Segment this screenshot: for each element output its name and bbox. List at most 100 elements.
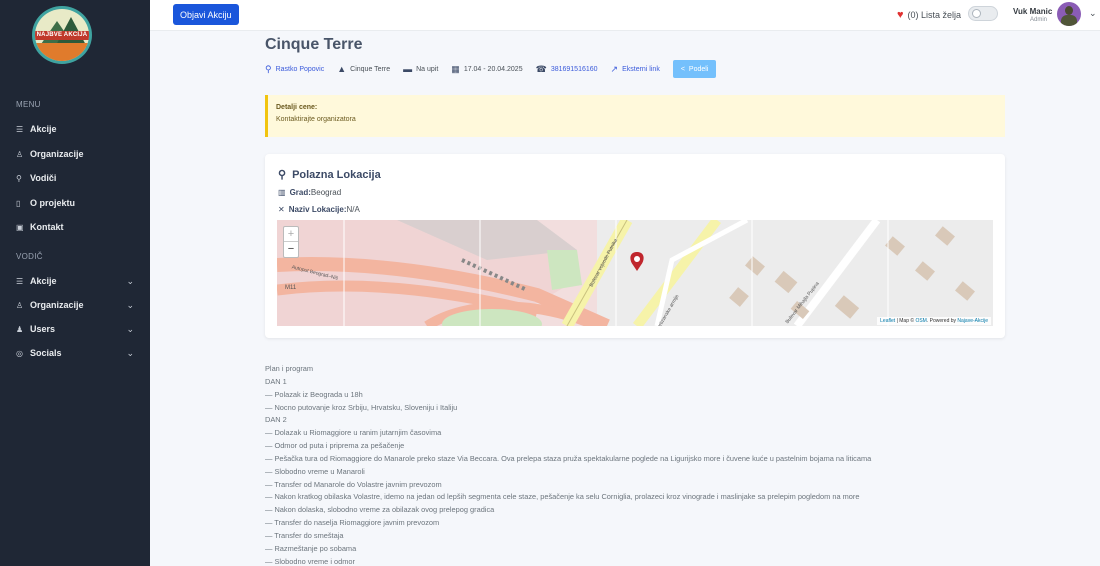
- departure-card: ⚲ Polazna Lokacija ▥ Grad: Beograd ✕ Naz…: [265, 154, 1005, 338]
- sidebar-item-label: Socials: [30, 348, 62, 358]
- program-line: — Nocno putovanje kroz Srbiju, Hrvatsku,…: [265, 402, 458, 412]
- chevron-down-icon[interactable]: ⌄: [1089, 8, 1097, 19]
- program-line: — Nakon dolaska, slobodno vreme za obila…: [265, 505, 495, 515]
- publish-event-button[interactable]: Objavi Akciju: [173, 4, 239, 25]
- topbar: Objavi Akciju ♥ (0) Lista želja Vuk Mani…: [150, 0, 1100, 31]
- location-value: N/A: [346, 205, 360, 214]
- program-line: — Pešačka tura od Riomaggiore do Manarol…: [265, 453, 872, 463]
- program-line: — Polazak iz Beograda u 18h: [265, 389, 363, 399]
- zoom-out-button[interactable]: −: [284, 242, 298, 257]
- map-tiles: [277, 220, 993, 326]
- share-button[interactable]: < Podeli: [672, 60, 717, 78]
- sidebar-item-o-projektu[interactable]: ▯ O projektu: [16, 196, 134, 210]
- sidebar-item-akcije[interactable]: ☰ Akcije: [16, 122, 134, 136]
- sidebar-item-label: Organizacije: [30, 149, 84, 159]
- logo-text: NAJBVE AKCIJA: [35, 31, 89, 40]
- organizer-link[interactable]: ⚲ Rastko Popovic: [265, 64, 324, 75]
- zoom-control: + −: [283, 226, 299, 258]
- program-line: — Transfer do smeštaja: [265, 530, 344, 540]
- program-line: — Slobodno vreme i odmor: [265, 556, 355, 566]
- attribution-text: | Map ©: [896, 318, 915, 324]
- osm-link[interactable]: OSM: [915, 318, 926, 324]
- heart-icon: ♥: [897, 9, 904, 21]
- road-label: M11: [285, 285, 297, 291]
- event-meta: ⚲ Rastko Popovic ▲ Cinque Terre ▬ Na upi…: [265, 60, 717, 78]
- program-line: — Transfer od Manarole do Volastre javni…: [265, 479, 442, 489]
- chevron-down-icon: ⌄: [126, 347, 134, 358]
- page-title: Cinque Terre: [265, 36, 363, 53]
- instagram-icon: ◎: [16, 348, 23, 358]
- money-icon: ▬: [403, 64, 413, 74]
- sidebar-item-label: Akcije: [30, 276, 57, 286]
- program-line: — Slobodno vreme u Manaroli: [265, 466, 365, 476]
- sidebar: NAJBVE AKCIJA MENU ☰ Akcije ♙ Organizaci…: [0, 0, 150, 566]
- sidebar-item-vodic-organizacije[interactable]: ♙ Organizacije ⌄: [16, 298, 134, 312]
- program-line: DAN 2: [265, 415, 287, 425]
- program-line: — Odmor od puta i priprema za pešačenje: [265, 441, 405, 451]
- sidebar-item-kontakt[interactable]: ▣ Kontakt: [16, 220, 134, 234]
- sidebar-item-label: Akcije: [30, 124, 57, 134]
- share-icon: <: [680, 65, 685, 73]
- sidebar-item-organizacije[interactable]: ♙ Organizacije: [16, 147, 134, 161]
- map[interactable]: Bulevar vojvode Putnika Autoput Beograd–…: [277, 220, 993, 326]
- logo-emblem: NAJBVE AKCIJA: [35, 9, 89, 61]
- alert-text: Kontaktirajte organizatora: [276, 116, 356, 123]
- phone-icon: ☎: [535, 63, 547, 74]
- program-line: Plan i program: [265, 364, 314, 373]
- avatar[interactable]: [1057, 2, 1081, 26]
- organizer-name: Rastko Popovic: [275, 65, 325, 73]
- price-meta: ▬ Na upit: [403, 64, 438, 74]
- user-group-icon: ♟: [16, 324, 24, 334]
- location-label: Naziv Lokacije:: [288, 205, 347, 214]
- sidebar-item-label: Kontakt: [30, 222, 64, 232]
- share-label: Podeli: [688, 65, 709, 73]
- location-name: Cinque Terre: [350, 65, 391, 73]
- location-meta: ▲ Cinque Terre: [337, 64, 390, 74]
- program-description: Plan i program DAN 1 — Polazak iz Beogra…: [265, 363, 1025, 566]
- phone-value: 381691516160: [550, 65, 598, 73]
- sidebar-item-socials[interactable]: ◎ Socials ⌄: [16, 346, 134, 360]
- map-attribution: Leaflet | Map © OSM. Powered by Najave-A…: [877, 317, 991, 325]
- sidebar-item-label: Organizacije: [30, 300, 84, 310]
- toggle-knob: [972, 9, 981, 18]
- sidebar-item-vodic-akcije[interactable]: ☰ Akcije ⌄: [16, 274, 134, 288]
- users-icon: ♙: [16, 149, 24, 159]
- logo[interactable]: NAJBVE AKCIJA: [32, 6, 92, 64]
- chevron-down-icon: ⌄: [126, 275, 134, 286]
- sliders-icon: ☰: [16, 276, 24, 286]
- user-name: Vuk Manic: [1013, 7, 1053, 16]
- sidebar-item-label: Vodiči: [30, 173, 57, 183]
- city-value: Beograd: [310, 188, 342, 197]
- program-line: — Razmeštanje po sobama: [265, 543, 357, 553]
- sidebar-item-label: Users: [30, 324, 56, 334]
- wishlist-link[interactable]: ♥ (0) Lista želja: [897, 9, 961, 21]
- program-line: — Nakon kratkog obilaska Volastre, idemo…: [265, 492, 860, 502]
- departure-title-text: Polazna Lokacija: [292, 168, 381, 181]
- hiker-icon: ⚲: [16, 173, 22, 183]
- sidebar-item-label: O projektu: [30, 198, 76, 208]
- sidebar-item-vodici[interactable]: ⚲ Vodiči: [16, 171, 134, 185]
- theme-toggle[interactable]: [968, 6, 998, 21]
- external-link[interactable]: ↗ Eksterni link: [611, 64, 660, 75]
- chevron-down-icon: ⌄: [126, 299, 134, 310]
- dates-value: 17.04 - 20.04.2025: [463, 65, 523, 73]
- phone-link[interactable]: ☎ 381691516160: [536, 64, 598, 75]
- program-line: — Transfer do naselja Riomaggiore javnim…: [265, 518, 440, 528]
- external-link-icon: ↗: [610, 63, 619, 74]
- location-name-row: ✕ Naziv Lokacije: N/A: [278, 205, 360, 214]
- avatar-body: [1061, 15, 1077, 26]
- vodic-section-title: VODIČ: [16, 252, 43, 261]
- calendar-icon: ▦: [451, 63, 460, 74]
- logo-base: [35, 43, 89, 61]
- zoom-in-button[interactable]: +: [284, 227, 298, 242]
- site-link[interactable]: Najave-Akcije: [957, 318, 988, 324]
- price-details-alert: Detalji cene: Kontaktirajte organizatora: [265, 95, 1005, 137]
- leaflet-link[interactable]: Leaflet: [880, 318, 895, 324]
- alert-title: Detalji cene:: [276, 104, 318, 111]
- attribution-text: . Powered by: [926, 318, 957, 324]
- sidebar-item-users[interactable]: ♟ Users ⌄: [16, 322, 134, 336]
- map-pin-icon: ⚲: [278, 169, 287, 181]
- menu-section-title: MENU: [16, 100, 41, 109]
- sliders-icon: ☰: [16, 124, 24, 134]
- avatar-head: [1065, 6, 1073, 15]
